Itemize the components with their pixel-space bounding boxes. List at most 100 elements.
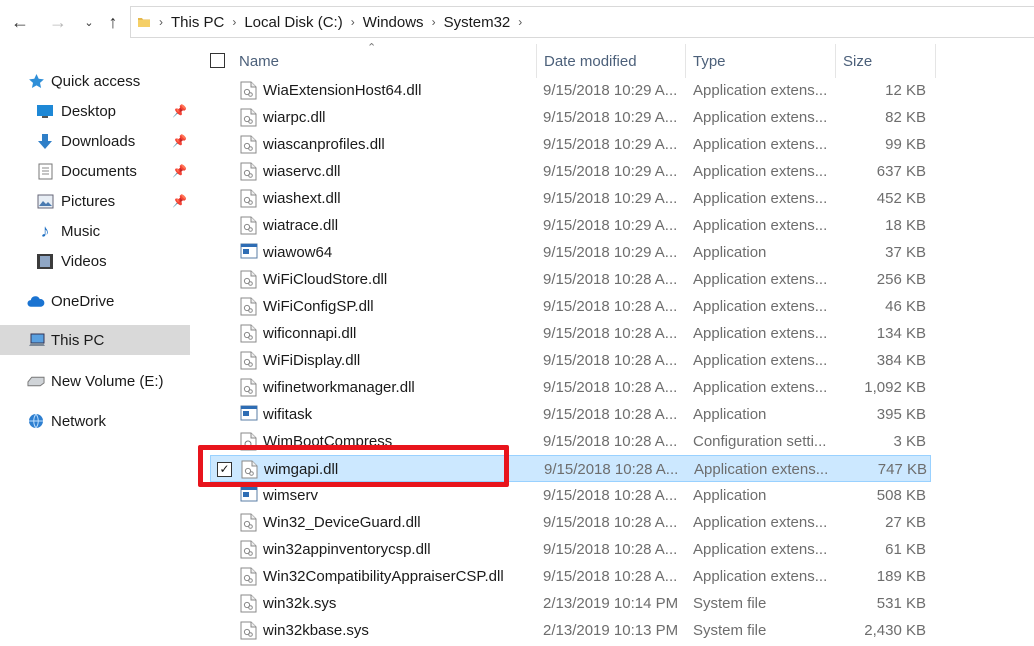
sidebar-item-desktop[interactable]: Desktop 📌 bbox=[0, 96, 190, 126]
column-divider[interactable] bbox=[935, 44, 936, 78]
file-type: Application extens... bbox=[693, 568, 828, 585]
sidebar-label: Desktop bbox=[61, 102, 117, 120]
file-row[interactable]: win32kbase.sys 2/13/2019 10:13 PM System f… bbox=[210, 617, 931, 644]
file-date-modified: 9/15/2018 10:28 A... bbox=[543, 487, 678, 504]
file-size: 637 KB bbox=[876, 163, 926, 180]
file-name: wiascanprofiles.dll bbox=[263, 136, 385, 153]
desktop-icon bbox=[36, 103, 54, 119]
application-icon bbox=[240, 486, 258, 505]
file-row[interactable]: win32k.sys 2/13/2019 10:14 PM System file 5… bbox=[210, 590, 931, 617]
file-date-modified: 9/15/2018 10:28 A... bbox=[543, 514, 678, 531]
sidebar-item-onedrive[interactable]: OneDrive bbox=[0, 286, 190, 316]
sidebar-item-music[interactable]: ♪ Music bbox=[0, 216, 190, 246]
file-row[interactable]: Win32CompatibilityAppraiserCSP.dll 9/15/2… bbox=[210, 563, 931, 590]
up-arrow-icon[interactable]: ↑ bbox=[101, 10, 125, 34]
dll-file-icon bbox=[240, 540, 257, 559]
file-row[interactable]: wificonnapi.dll 9/15/2018 10:28 A... Appli… bbox=[210, 320, 931, 347]
file-row[interactable]: WiFiConfigSP.dll 9/15/2018 10:28 A... Appl… bbox=[210, 293, 931, 320]
recent-locations-chevron-icon[interactable]: ⌄ bbox=[77, 10, 101, 34]
breadcrumb-system32[interactable]: System32 bbox=[444, 14, 511, 31]
chevron-right-icon[interactable]: › bbox=[232, 15, 236, 29]
file-type: System file bbox=[693, 595, 767, 612]
file-size: 747 KB bbox=[877, 461, 927, 478]
file-date-modified: 9/15/2018 10:28 A... bbox=[543, 568, 678, 585]
dll-file-icon bbox=[240, 135, 257, 154]
sidebar-item-this-pc[interactable]: This PC bbox=[0, 325, 190, 355]
file-date-modified: 9/15/2018 10:29 A... bbox=[543, 82, 678, 99]
file-size: 508 KB bbox=[876, 487, 926, 504]
file-size: 3 KB bbox=[893, 433, 926, 450]
file-size: 1,092 KB bbox=[864, 379, 926, 396]
file-type: Application extens... bbox=[693, 163, 828, 180]
file-name: wiaservc.dll bbox=[263, 163, 341, 180]
download-arrow-icon bbox=[36, 133, 54, 149]
file-row[interactable]: WiFiDisplay.dll 9/15/2018 10:28 A... Appli… bbox=[210, 347, 931, 374]
sidebar-label: Quick access bbox=[51, 72, 141, 90]
sidebar-label: Documents bbox=[61, 162, 137, 180]
dll-file-icon bbox=[240, 513, 257, 532]
file-date-modified: 9/15/2018 10:29 A... bbox=[543, 244, 678, 261]
address-bar[interactable]: › This PC › Local Disk (C:) › Windows › … bbox=[130, 6, 1034, 38]
sidebar-item-network[interactable]: Network bbox=[0, 406, 190, 436]
file-row[interactable]: wiaservc.dll 9/15/2018 10:29 A... Applicat… bbox=[210, 158, 931, 185]
file-row[interactable]: wiarpc.dll 9/15/2018 10:29 A... Applicatio… bbox=[210, 104, 931, 131]
file-name: WiFiDisplay.dll bbox=[263, 352, 361, 369]
file-size: 12 KB bbox=[885, 82, 926, 99]
sidebar-item-videos[interactable]: Videos bbox=[0, 246, 190, 276]
pin-icon[interactable]: 📌 bbox=[172, 194, 187, 208]
file-row[interactable]: win32appinventorycsp.dll 9/15/2018 10:28 … bbox=[210, 536, 931, 563]
chevron-right-icon[interactable]: › bbox=[432, 15, 436, 29]
select-all-checkbox[interactable] bbox=[210, 53, 225, 68]
application-icon bbox=[240, 405, 258, 424]
file-type: Application extens... bbox=[693, 352, 828, 369]
chevron-right-icon[interactable]: › bbox=[351, 15, 355, 29]
pin-icon[interactable]: 📌 bbox=[172, 134, 187, 148]
file-date-modified: 9/15/2018 10:28 A... bbox=[543, 271, 678, 288]
file-row[interactable]: wiashext.dll 9/15/2018 10:29 A... Applicat… bbox=[210, 185, 931, 212]
pin-icon[interactable]: 📌 bbox=[172, 164, 187, 178]
file-row[interactable]: WiFiCloudStore.dll 9/15/2018 10:28 A... Ap… bbox=[210, 266, 931, 293]
file-name: wiashext.dll bbox=[263, 190, 341, 207]
dll-file-icon bbox=[240, 351, 257, 370]
dll-file-icon bbox=[240, 189, 257, 208]
file-date-modified: 9/15/2018 10:29 A... bbox=[543, 109, 678, 126]
file-date-modified: 9/15/2018 10:29 A... bbox=[543, 163, 678, 180]
file-row[interactable]: Win32_DeviceGuard.dll 9/15/2018 10:28 A..… bbox=[210, 509, 931, 536]
breadcrumb-windows[interactable]: Windows bbox=[363, 14, 424, 31]
file-name: wiarpc.dll bbox=[263, 109, 326, 126]
computer-icon bbox=[28, 332, 46, 348]
file-row[interactable]: wiatrace.dll 9/15/2018 10:29 A... Applicat… bbox=[210, 212, 931, 239]
file-size: 2,430 KB bbox=[864, 622, 926, 639]
column-header-name[interactable]: Name bbox=[231, 44, 536, 78]
file-size: 27 KB bbox=[885, 514, 926, 531]
column-header-type[interactable]: Type bbox=[685, 44, 835, 78]
breadcrumb-local-disk[interactable]: Local Disk (C:) bbox=[244, 14, 342, 31]
file-size: 18 KB bbox=[885, 217, 926, 234]
chevron-right-icon[interactable]: › bbox=[518, 15, 522, 29]
file-row[interactable]: wifinetworkmanager.dll 9/15/2018 10:28 A.… bbox=[210, 374, 931, 401]
sidebar-item-pictures[interactable]: Pictures 📌 bbox=[0, 186, 190, 216]
file-row[interactable]: wiawow64 9/15/2018 10:29 A... Application 3… bbox=[210, 239, 931, 266]
file-row[interactable]: WiaExtensionHost64.dll 9/15/2018 10:29 A.… bbox=[210, 77, 931, 104]
sidebar-item-new-volume[interactable]: New Volume (E:) bbox=[0, 366, 190, 396]
file-name: wiawow64 bbox=[263, 244, 333, 261]
dll-file-icon bbox=[240, 378, 257, 397]
breadcrumb-this-pc[interactable]: This PC bbox=[171, 14, 224, 31]
sidebar-item-quick-access[interactable]: Quick access bbox=[0, 66, 190, 96]
file-date-modified: 2/13/2019 10:13 PM bbox=[543, 622, 679, 639]
chevron-right-icon[interactable]: › bbox=[159, 15, 163, 29]
sidebar-item-downloads[interactable]: Downloads 📌 bbox=[0, 126, 190, 156]
pin-icon[interactable]: 📌 bbox=[172, 104, 187, 118]
file-row[interactable]: wifitask 9/15/2018 10:28 A... Application 3… bbox=[210, 401, 931, 428]
file-name: wifitask bbox=[263, 406, 313, 423]
back-arrow-icon[interactable]: ← bbox=[8, 10, 32, 34]
sidebar-item-documents[interactable]: Documents 📌 bbox=[0, 156, 190, 186]
music-note-icon: ♪ bbox=[40, 220, 50, 241]
file-size: 531 KB bbox=[876, 595, 926, 612]
file-date-modified: 9/15/2018 10:28 A... bbox=[543, 325, 678, 342]
column-header-size[interactable]: Size bbox=[835, 44, 935, 78]
column-header-date[interactable]: Date modified bbox=[536, 44, 686, 78]
navigation-bar: ← → ⌄ ↑ › This PC › Local Disk (C:) › Wi… bbox=[0, 0, 1034, 44]
file-row[interactable]: wiascanprofiles.dll 9/15/2018 10:29 A... A… bbox=[210, 131, 931, 158]
forward-arrow-icon[interactable]: → bbox=[46, 10, 70, 34]
